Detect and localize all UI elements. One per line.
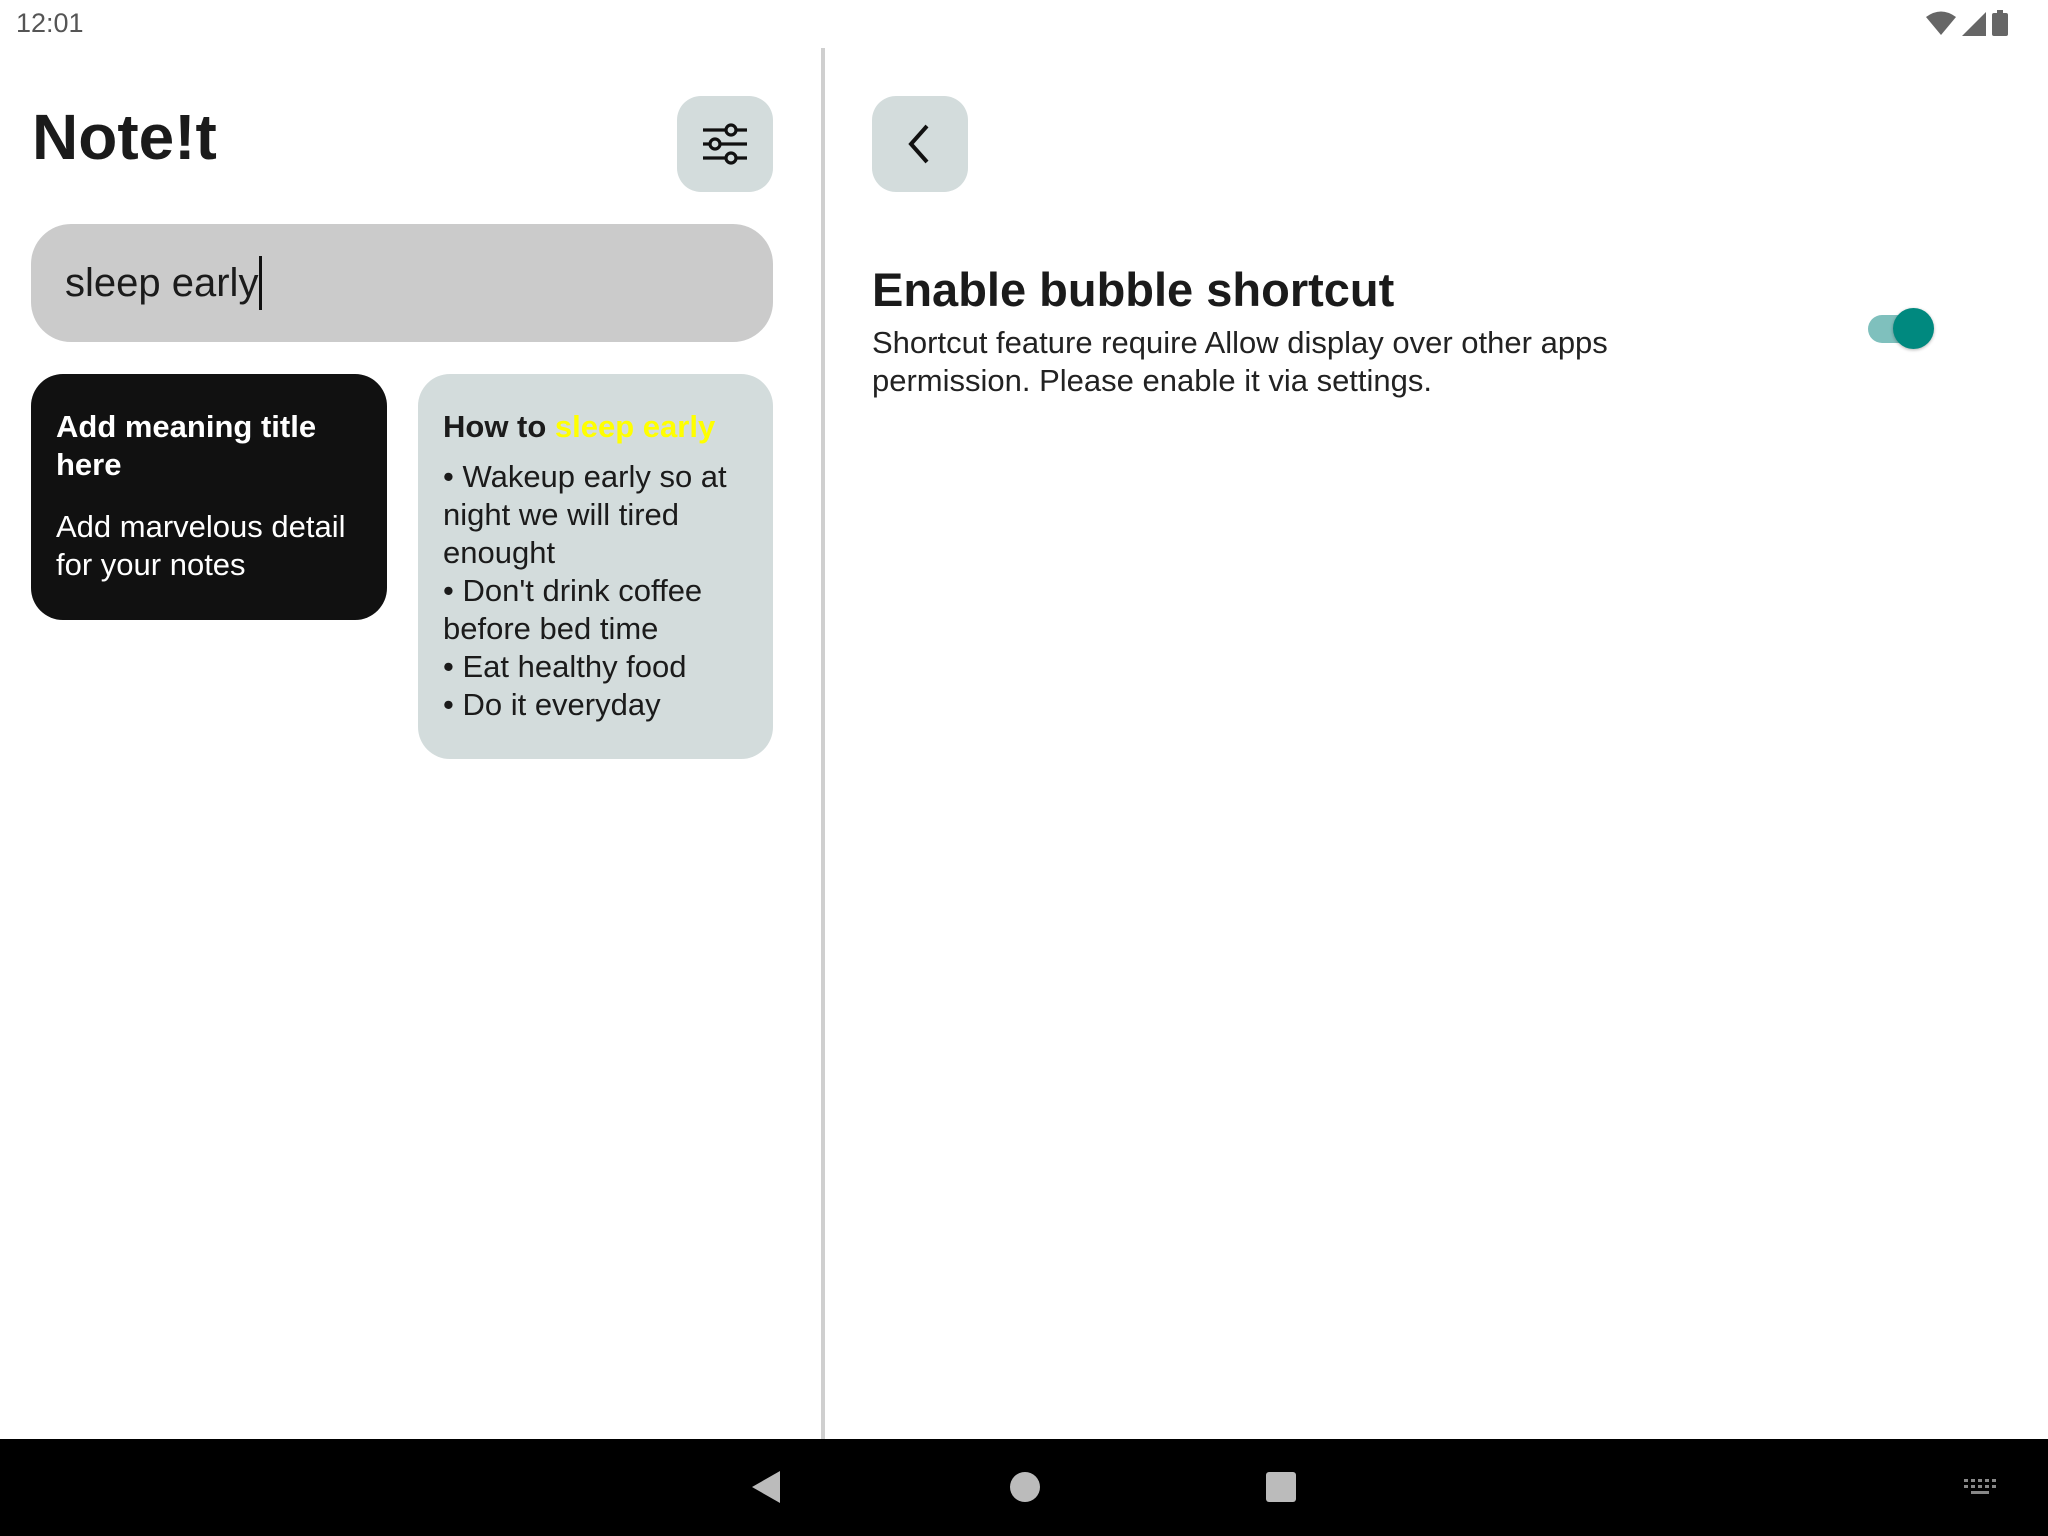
sliders-icon [703,123,747,165]
back-icon[interactable] [750,1469,782,1505]
setting-title: Enable bubble shortcut [872,263,1395,316]
note-body-line: • Don't drink coffee before bed time [443,573,703,646]
search-input[interactable]: sleep early [31,224,773,342]
status-time: 12:01 [16,8,84,38]
status-icons [1926,10,2008,36]
note-title: Add meaning title here [56,409,317,482]
search-input-value: sleep early [65,260,259,305]
home-icon[interactable] [1008,1469,1042,1505]
note-card[interactable]: Add meaning title here Add marvelous det… [31,374,387,620]
navigation-bar [0,1439,2048,1536]
note-body: Add marvelous detail for your notes [56,509,346,582]
note-title: How to sleep early [443,408,749,446]
app-title: Note!t [32,101,217,173]
note-body-line: • Wakeup early so at night we will tired… [443,459,727,570]
filter-button[interactable] [677,96,773,192]
cellular-signal-icon [1962,12,1986,36]
keyboard-icon[interactable] [1964,1477,1998,1497]
text-caret [259,256,263,310]
pane-divider[interactable] [821,48,825,1439]
note-body-line: • Eat healthy food [443,649,687,684]
setting-description: Shortcut feature require Allow display o… [872,325,1608,398]
note-body-line: • Do it everyday [443,687,661,722]
toggle-thumb [1893,308,1934,349]
note-title-prefix: How to [443,409,555,444]
battery-icon [1992,10,2008,36]
bubble-shortcut-toggle[interactable] [1866,308,1938,350]
note-card[interactable]: How to sleep early • Wakeup early so at … [418,374,773,759]
wifi-icon [1926,11,1956,35]
back-button[interactable] [872,96,968,192]
recents-icon[interactable] [1265,1469,1297,1505]
search-highlight: sleep early [554,409,716,444]
chevron-left-icon [908,124,929,164]
note-body: • Wakeup early so at night we will tired… [443,458,749,724]
